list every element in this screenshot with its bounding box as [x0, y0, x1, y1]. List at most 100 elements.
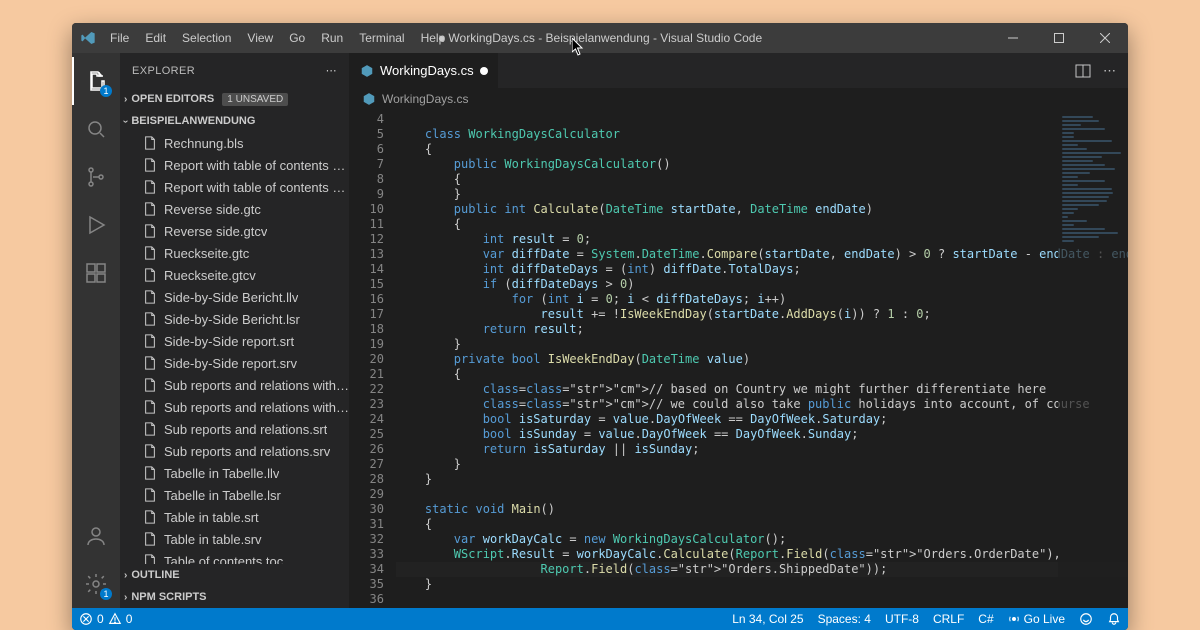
file-name: Table of contents.toc	[164, 554, 283, 565]
file-row[interactable]: Reverse side.gtc	[120, 198, 349, 220]
file-icon	[142, 377, 158, 393]
file-row[interactable]: Sub reports and relations.srt	[120, 418, 349, 440]
file-row[interactable]: Report with table of contents and index.…	[120, 176, 349, 198]
file-icon	[142, 311, 158, 327]
file-list[interactable]: Rechnung.bls Report with table of content…	[120, 132, 349, 564]
search-icon[interactable]	[72, 105, 120, 153]
settings-icon[interactable]: 1	[72, 560, 120, 608]
chevron-right-icon: ›	[124, 94, 127, 105]
vscode-logo-icon	[80, 30, 96, 46]
menu-selection[interactable]: Selection	[174, 23, 239, 53]
status-eol[interactable]: CRLF	[926, 608, 971, 630]
menu-view[interactable]: View	[239, 23, 281, 53]
file-name: Sub reports and relations with expandabl…	[164, 378, 349, 393]
tabs-row: WorkingDays.cs ⋯	[350, 53, 1128, 88]
status-lang[interactable]: C#	[971, 608, 1000, 630]
file-row[interactable]: Report with table of contents and index.…	[120, 154, 349, 176]
status-warnings: 0	[126, 612, 133, 626]
tab-label: WorkingDays.cs	[380, 63, 474, 78]
file-row[interactable]: Table in table.srv	[120, 528, 349, 550]
file-name: Tabelle in Tabelle.llv	[164, 466, 279, 481]
file-icon	[142, 223, 158, 239]
file-icon	[142, 201, 158, 217]
file-icon	[142, 179, 158, 195]
workspace-label: BEISPIELANWENDUNG	[131, 115, 255, 127]
file-row[interactable]: Rechnung.bls	[120, 132, 349, 154]
menu-terminal[interactable]: Terminal	[351, 23, 412, 53]
file-name: Report with table of contents and index.…	[164, 158, 349, 173]
tab-workingdays[interactable]: WorkingDays.cs	[350, 53, 499, 88]
file-row[interactable]: Reverse side.gtcv	[120, 220, 349, 242]
sidebar-more-icon[interactable]: ⋯	[326, 64, 337, 77]
unsaved-badge: 1 UNSAVED	[222, 93, 288, 106]
status-golive[interactable]: Go Live	[1001, 608, 1072, 630]
status-errors: 0	[97, 612, 104, 626]
file-row[interactable]: Tabelle in Tabelle.llv	[120, 462, 349, 484]
file-name: Sub reports and relations.srv	[164, 444, 330, 459]
menu-go[interactable]: Go	[281, 23, 313, 53]
menu-run[interactable]: Run	[313, 23, 351, 53]
vscode-window: File Edit Selection View Go Run Terminal…	[72, 23, 1128, 630]
workspace-section[interactable]: › BEISPIELANWENDUNG	[120, 110, 349, 132]
file-row[interactable]: Rueckseite.gtcv	[120, 264, 349, 286]
file-icon	[142, 465, 158, 481]
menu-file[interactable]: File	[102, 23, 137, 53]
maximize-button[interactable]	[1036, 23, 1082, 53]
window-title: ● WorkingDays.cs - Beispielanwendung - V…	[438, 31, 762, 45]
minimize-button[interactable]	[990, 23, 1036, 53]
file-name: Rechnung.bls	[164, 136, 244, 151]
file-name: Sub reports and relations with expandabl…	[164, 400, 349, 415]
status-feedback-icon[interactable]	[1072, 608, 1100, 630]
file-name: Reverse side.gtc	[164, 202, 261, 217]
file-icon	[142, 355, 158, 371]
extensions-icon[interactable]	[72, 249, 120, 297]
outline-label: OUTLINE	[131, 569, 179, 581]
run-debug-icon[interactable]	[72, 201, 120, 249]
status-cursor[interactable]: Ln 34, Col 25	[725, 608, 810, 630]
file-row[interactable]: Table in table.srt	[120, 506, 349, 528]
file-name: Rueckseite.gtcv	[164, 268, 256, 283]
editor-more-icon[interactable]: ⋯	[1103, 63, 1116, 79]
status-encoding[interactable]: UTF-8	[878, 608, 926, 630]
file-icon	[142, 333, 158, 349]
status-bar: 0 0 Ln 34, Col 25 Spaces: 4 UTF-8 CRLF C…	[72, 608, 1128, 630]
file-row[interactable]: Sub reports and relations with expandabl…	[120, 374, 349, 396]
file-row[interactable]: Side-by-Side report.srt	[120, 330, 349, 352]
account-icon[interactable]	[72, 512, 120, 560]
file-icon	[142, 289, 158, 305]
menu-edit[interactable]: Edit	[137, 23, 174, 53]
status-problems[interactable]: 0 0	[72, 608, 139, 630]
file-row[interactable]: Tabelle in Tabelle.lsr	[120, 484, 349, 506]
code-editor[interactable]: 4567891011121314151617181920212223242526…	[350, 110, 1128, 608]
window-controls	[990, 23, 1128, 53]
file-row[interactable]: Side-by-Side Bericht.llv	[120, 286, 349, 308]
file-row[interactable]: Side-by-Side Bericht.lsr	[120, 308, 349, 330]
source-control-icon[interactable]	[72, 153, 120, 201]
explorer-icon[interactable]: 1	[72, 57, 120, 105]
minimap[interactable]	[1058, 110, 1128, 608]
npm-scripts-section[interactable]: › NPM SCRIPTS	[120, 586, 349, 608]
status-bell-icon[interactable]	[1100, 608, 1128, 630]
open-editors-label: OPEN EDITORS	[131, 93, 214, 105]
code-lines[interactable]: class WorkingDaysCalculator { public Wor…	[396, 110, 1128, 608]
close-button[interactable]	[1082, 23, 1128, 53]
file-row[interactable]: Side-by-Side report.srv	[120, 352, 349, 374]
breadcrumb-file: WorkingDays.cs	[382, 92, 468, 106]
file-row[interactable]: Sub reports and relations.srv	[120, 440, 349, 462]
sidebar-title: EXPLORER	[132, 65, 195, 77]
sidebar-header: EXPLORER ⋯	[120, 53, 349, 88]
file-row[interactable]: Sub reports and relations with expandabl…	[120, 396, 349, 418]
gutter: 4567891011121314151617181920212223242526…	[350, 110, 396, 608]
file-icon	[142, 487, 158, 503]
file-row[interactable]: Table of contents.toc	[120, 550, 349, 564]
breadcrumb[interactable]: WorkingDays.cs	[350, 88, 1128, 110]
status-spaces[interactable]: Spaces: 4	[811, 608, 878, 630]
tabs-actions: ⋯	[1075, 53, 1128, 88]
open-editors-section[interactable]: › OPEN EDITORS 1 UNSAVED	[120, 88, 349, 110]
split-editor-icon[interactable]	[1075, 63, 1091, 79]
file-name: Side-by-Side report.srt	[164, 334, 294, 349]
file-row[interactable]: Rueckseite.gtc	[120, 242, 349, 264]
file-icon	[142, 421, 158, 437]
activity-bar: 1 1	[72, 53, 120, 608]
outline-section[interactable]: › OUTLINE	[120, 564, 349, 586]
